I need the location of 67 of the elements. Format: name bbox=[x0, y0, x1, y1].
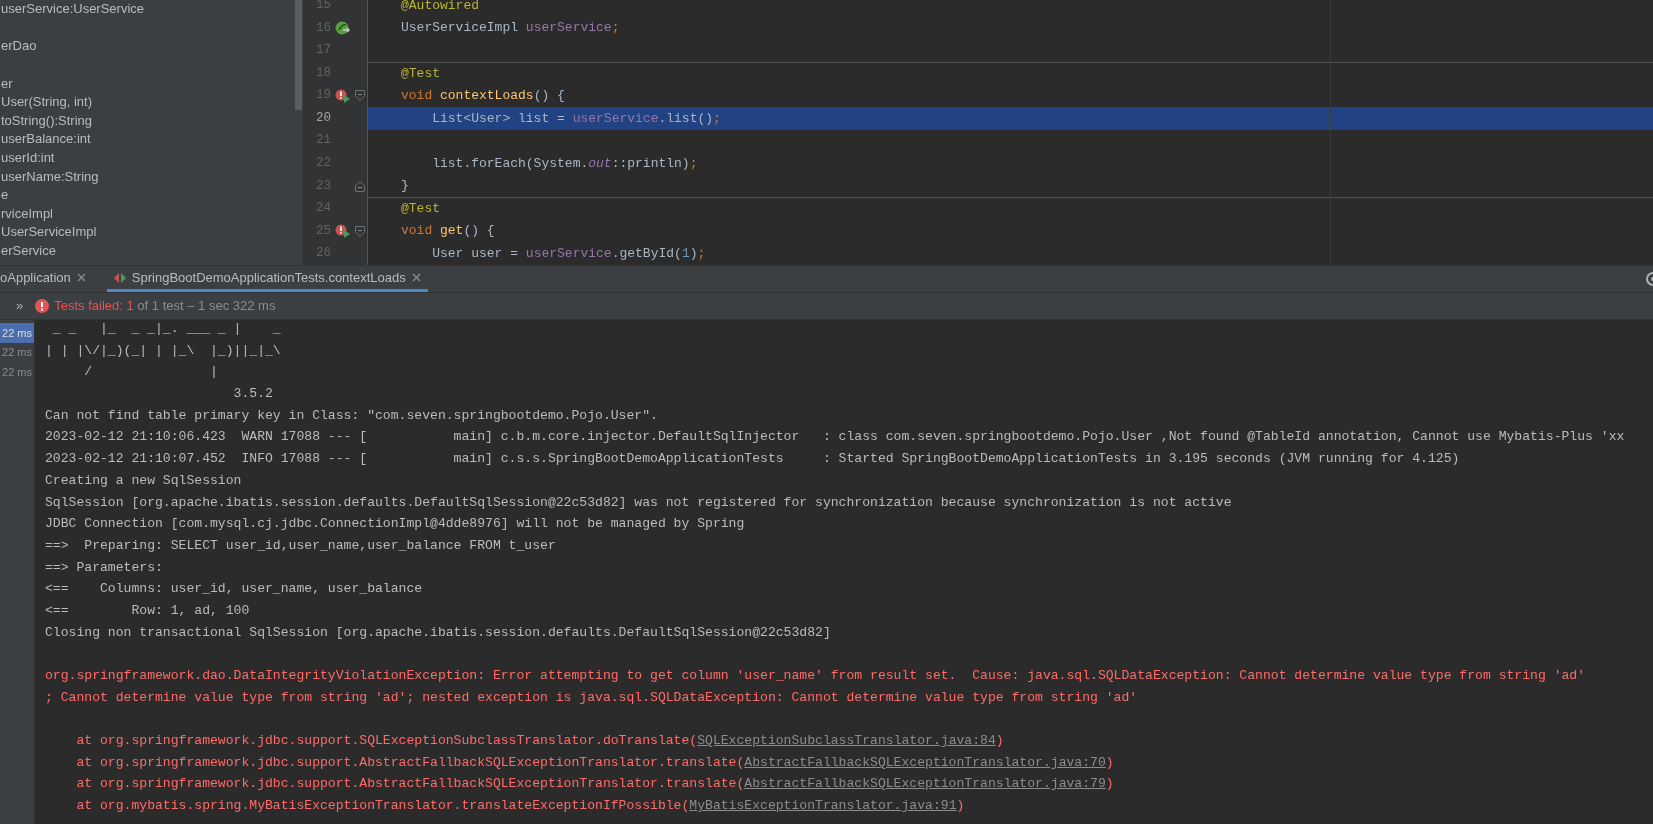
console-line: ==> Parameters: bbox=[45, 558, 164, 577]
code-line: @Autowired bbox=[401, 0, 479, 15]
fold-icon bbox=[355, 180, 365, 192]
run-error-icon bbox=[335, 88, 351, 103]
console-line: ==> Preparing: SELECT user_id,user_name,user_balance FROM t_user bbox=[45, 536, 556, 555]
console-line: Closing non transactional SqlSession [org.apache.ibatis.session.defaults.DefaultSqlSession@22c53d82] bbox=[45, 623, 831, 642]
run-error-icon bbox=[335, 224, 351, 239]
tree-item[interactable]: er bbox=[1, 75, 13, 92]
console-line: _ _ |_ _ _|_. ___ _ | _ bbox=[51, 320, 281, 338]
tree-item[interactable]: userService:UserService bbox=[1, 1, 145, 18]
line-number: 20 bbox=[315, 109, 332, 127]
source-link[interactable]: AbstractFallbackSQLExceptionTranslator.java:79 bbox=[744, 776, 1106, 792]
code-editor[interactable]: @Autowired UserServiceImpl userService; @Test void contextLoads() { List<User> list = userService.list(); list.forEach(System.out::println); } @Test void get() { User user = userService.getById(1); bbox=[368, 0, 1653, 265]
tree-item[interactable]: erService bbox=[1, 243, 56, 259]
test-duration[interactable]: 22 ms bbox=[0, 342, 34, 362]
source-link[interactable]: MyBatisExceptionTranslator.java:91 bbox=[689, 798, 957, 814]
console-line: <== Row: 1, ad, 100 bbox=[45, 601, 250, 620]
run-tab[interactable]: oApplication bbox=[0, 266, 93, 292]
fold-icon bbox=[355, 90, 365, 102]
scrollbar-thumb[interactable] bbox=[295, 0, 302, 110]
tree-item[interactable]: userBalance:int bbox=[1, 131, 91, 148]
code-line: void get() { bbox=[401, 222, 495, 241]
code-line: list.forEach(System.out::println); bbox=[431, 154, 698, 173]
tree-item[interactable]: erDao bbox=[1, 38, 37, 55]
console-line: | | |\/|_)(_| | |_\ |_)||_|_\ bbox=[45, 341, 281, 360]
code-line: UserServiceImpl userService; bbox=[401, 19, 620, 38]
console-line: 2023-02-12 21:10:06.423 WARN 17088 --- [ main] c.b.m.core.injector.DefaultSqlInjector : class com.seven.springbootdemo.Pojo.User ,Not found @TableId annotation, Cannot use Mybatis-Plus 'xx bbox=[45, 428, 1625, 447]
stack-trace-line: at org.springframework.jdbc.support.SQLExceptionSubclassTranslator.doTranslate(SQLExceptionSubclassTranslator.java:84) bbox=[75, 732, 1004, 751]
stack-trace-line: at org.mybatis.spring.MyBatisExceptionTranslator.translateExceptionIfPossible(MyBatisExceptionTranslator.java:91) bbox=[75, 797, 965, 816]
tree-item[interactable]: rviceImpl bbox=[1, 205, 53, 222]
console-line: 2023-02-12 21:10:07.452 INFO 17088 --- [ main] c.s.s.SpringBootDemoApplicationTests : Started SpringBootDemoApplicationTests in 3.195 seconds (JVM running for 4.125) bbox=[45, 450, 1460, 469]
console-line: / | bbox=[83, 363, 218, 382]
bean-icon bbox=[335, 20, 351, 35]
code-line: List<User> list = userService.list(); bbox=[431, 109, 721, 128]
code-line: @Test bbox=[401, 64, 440, 83]
settings-icon bbox=[1645, 271, 1653, 287]
error-line: org.springframework.dao.DataIntegrityViolationException: Error attempting to get column 'user_name' from result set. Cause: java.sql.SQLDataException: Cannot determine value type from string 'ad' bbox=[45, 667, 1586, 685]
tree-item[interactable]: e bbox=[1, 187, 9, 204]
test-duration[interactable]: 22 ms bbox=[0, 323, 34, 343]
expand-button[interactable]: » bbox=[16, 296, 24, 316]
console-line: JDBC Connection [com.mysql.cj.jdbc.ConnectionImpl@4dde8976] will not be managed by Spring bbox=[45, 515, 745, 534]
code-line: User user = userService.getById(1); bbox=[431, 245, 706, 264]
code-line: @Test bbox=[401, 200, 440, 219]
test-duration[interactable]: 22 ms bbox=[0, 362, 34, 382]
tree-item[interactable]: toString():String bbox=[1, 112, 93, 129]
source-link[interactable]: AbstractFallbackSQLExceptionTranslator.java:70 bbox=[744, 754, 1106, 770]
stack-trace-line: at org.springframework.jdbc.support.AbstractFallbackSQLExceptionTranslator.translate(AbstractFallbackSQLExceptionTranslator.java:79) bbox=[75, 775, 1114, 794]
console-line: Can not find table primary key in Class: "com.seven.springbootdemo.Pojo.User". bbox=[45, 406, 658, 425]
code-line: void contextLoads() { bbox=[401, 86, 565, 105]
stack-trace-line: at org.springframework.jdbc.support.AbstractFallbackSQLExceptionTranslator.translate(AbstractFallbackSQLExceptionTranslator.java:70) bbox=[75, 753, 1114, 772]
error-icon bbox=[35, 299, 50, 313]
console-line: Creating a new SqlSession bbox=[45, 471, 242, 490]
tree-item[interactable]: User(String, int) bbox=[1, 94, 93, 111]
fold-icon bbox=[355, 225, 365, 237]
source-link[interactable]: SQLExceptionSubclassTranslator.java:84 bbox=[697, 733, 996, 749]
test-status: Tests failed: 1 of 1 test – 1 sec 322 ms bbox=[54, 297, 276, 316]
error-line: ; Cannot determine value type from string 'ad'; nested exception is java.sql.SQLDataException: Cannot determine value type from string 'ad' bbox=[45, 688, 1138, 707]
tree-item[interactable]: UserServiceImpl bbox=[1, 224, 97, 241]
console-line: 3.5.2 bbox=[232, 385, 273, 404]
tree-item[interactable]: userName:String bbox=[1, 168, 99, 185]
close-icon bbox=[411, 273, 421, 282]
console-line: SqlSession [org.apache.ibatis.session.defaults.DefaultSqlSession@22c53d82] was not registered for synchronization because synchronization is not active bbox=[45, 493, 1232, 512]
test-icon bbox=[113, 271, 126, 284]
tree-item[interactable]: userId:int bbox=[1, 150, 55, 167]
console-line: <== Columns: user_id, user_name, user_balance bbox=[45, 580, 423, 599]
code-line: } bbox=[401, 177, 409, 196]
close-icon bbox=[76, 273, 86, 282]
